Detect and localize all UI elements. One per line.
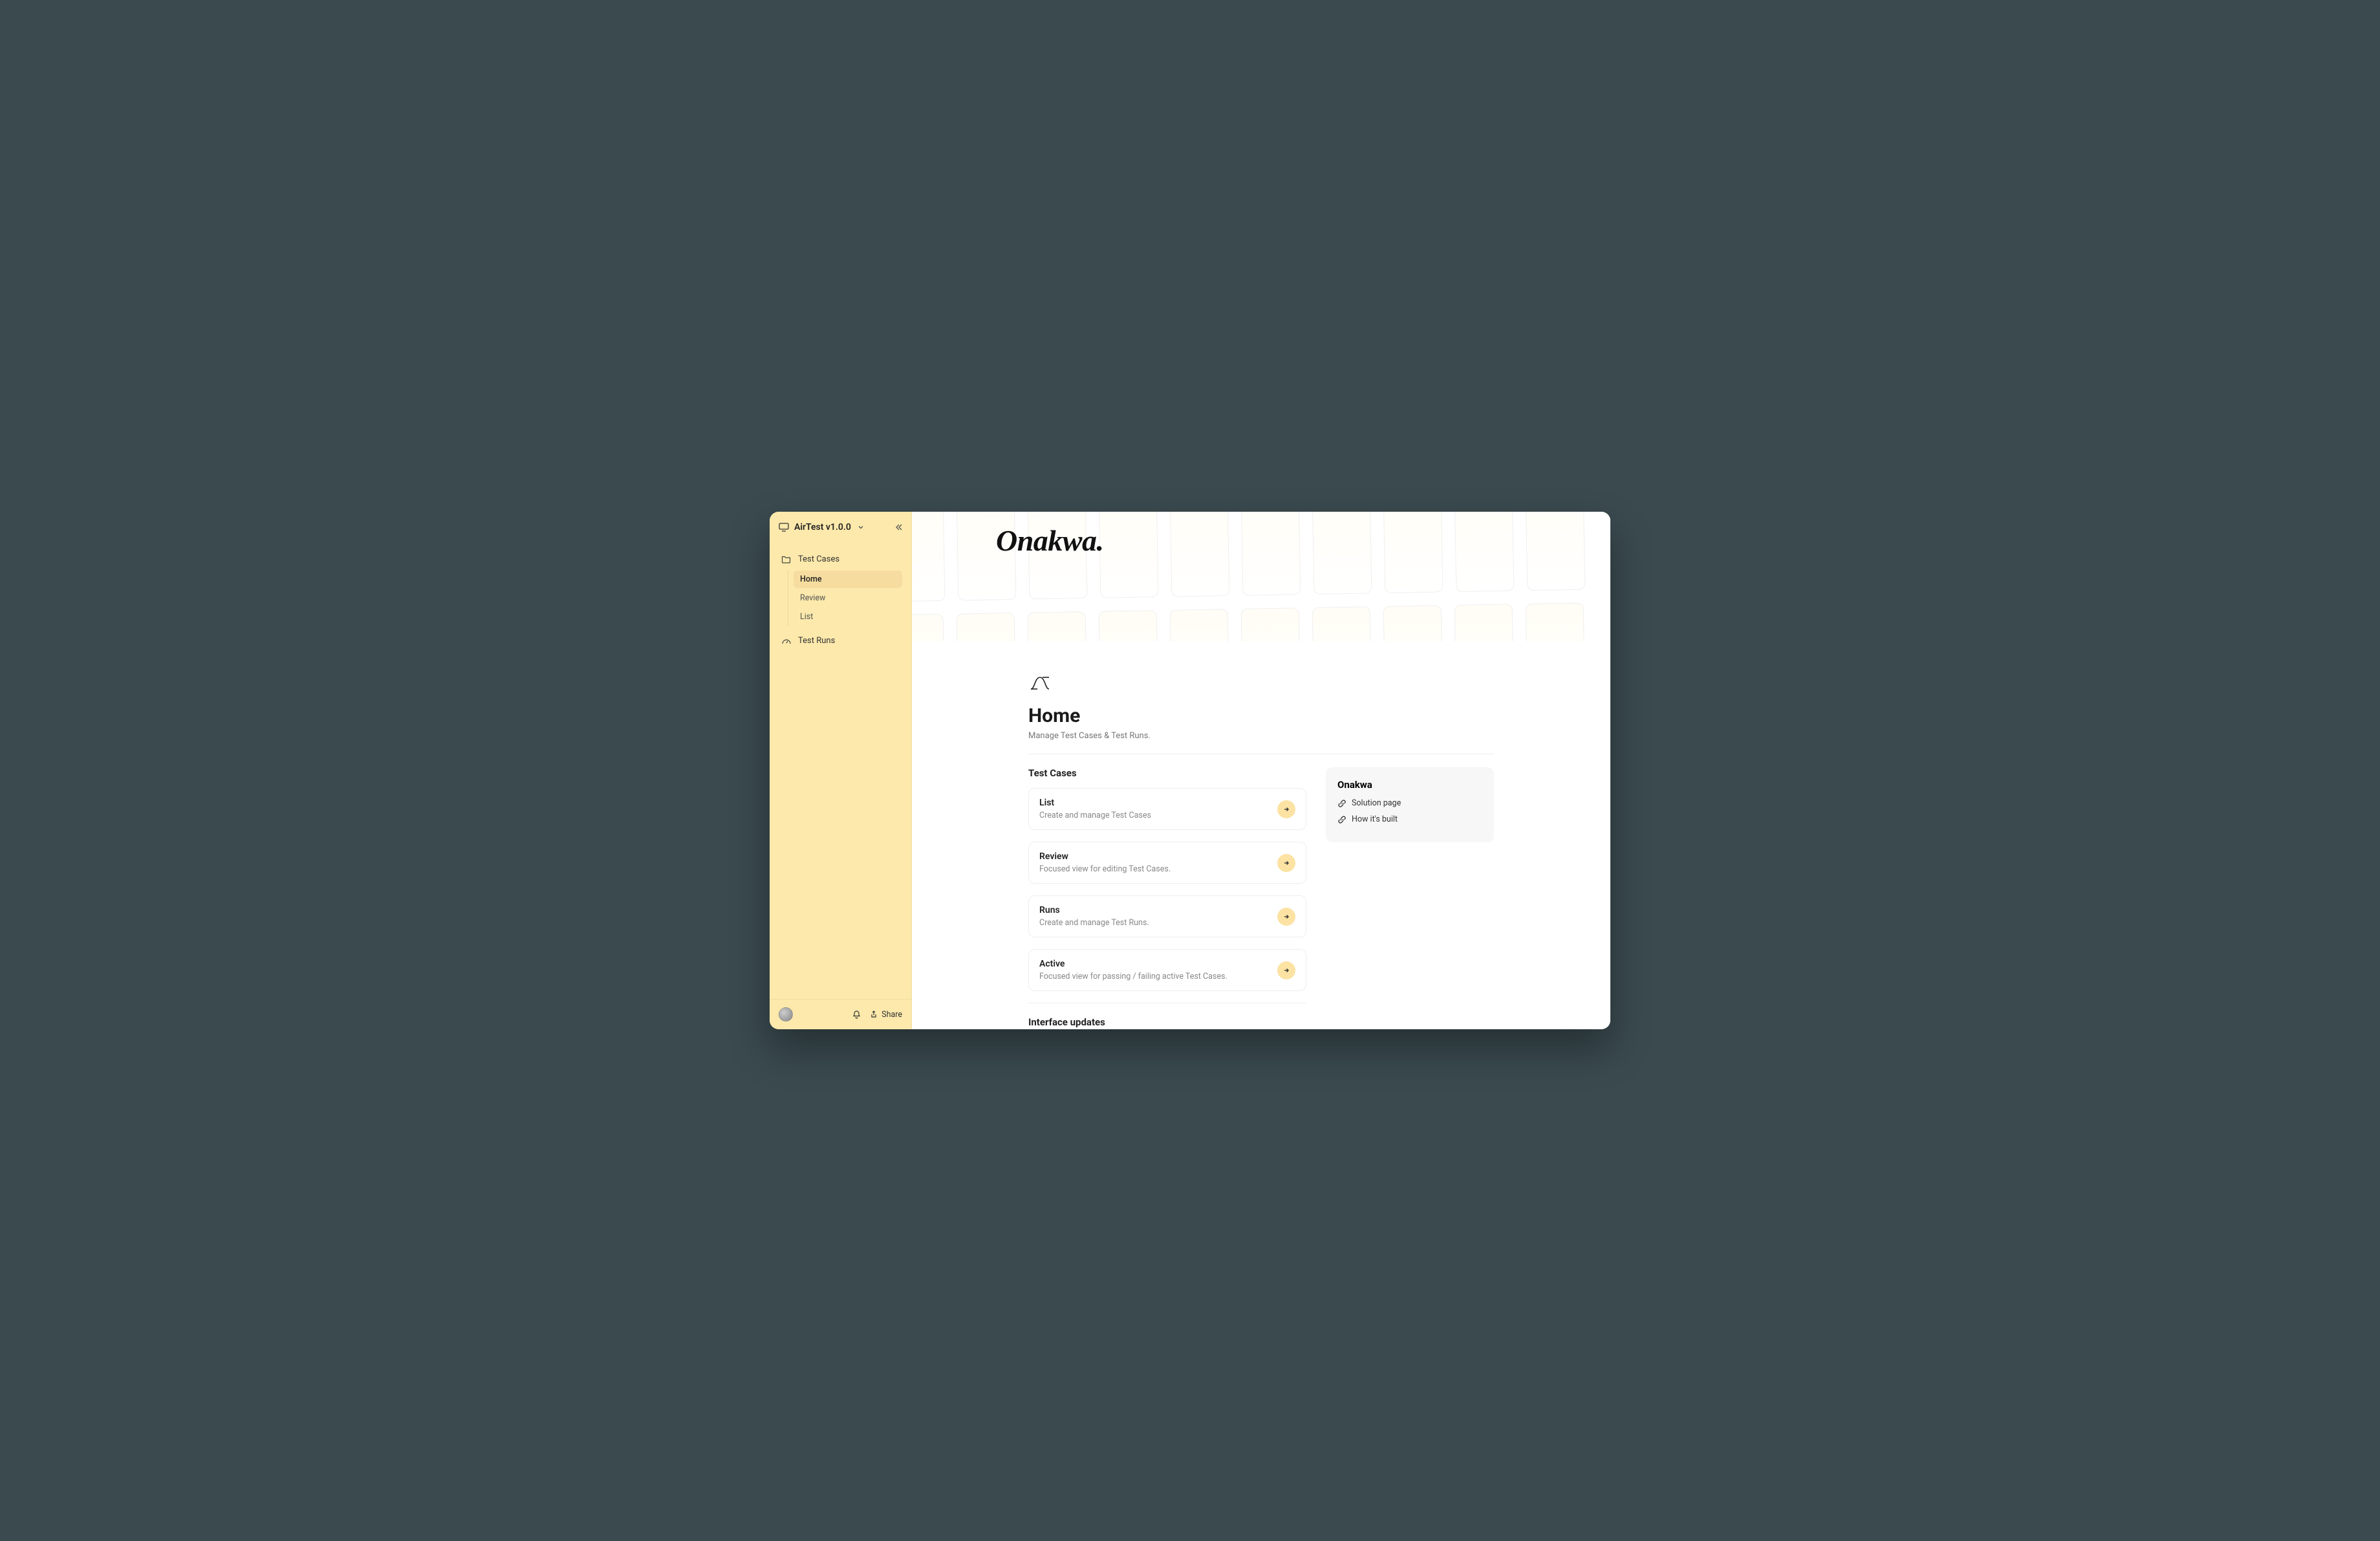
- section-heading-interface-updates: Interface updates: [1028, 1016, 1306, 1028]
- app-icon: [779, 523, 789, 532]
- hero-logo-text: Onakwa.: [996, 523, 1103, 558]
- chevron-down-icon[interactable]: [858, 524, 864, 530]
- card-desc: Create and manage Test Runs.: [1039, 918, 1149, 928]
- link-how-its-built[interactable]: How it's built: [1337, 814, 1482, 824]
- card-desc: Focused view for passing / failing activ…: [1039, 972, 1228, 981]
- page-icon: [1028, 673, 1494, 693]
- sidebar-item-home[interactable]: Home: [794, 571, 902, 588]
- side-panel: Onakwa Solution page: [1326, 767, 1494, 842]
- app-window: AirTest v1.0.0 Test Cases: [770, 512, 1610, 1029]
- bell-icon[interactable]: [851, 1009, 861, 1020]
- nav-group-header[interactable]: Test Runs: [776, 631, 905, 651]
- sidebar-item-review[interactable]: Review: [794, 589, 902, 607]
- link-label: Solution page: [1352, 798, 1401, 808]
- sidebar-item-list[interactable]: List: [794, 608, 902, 626]
- link-label: How it's built: [1352, 814, 1398, 824]
- card-title: Runs: [1039, 905, 1149, 915]
- arrow-right-icon[interactable]: [1277, 854, 1295, 872]
- avatar[interactable]: [779, 1007, 793, 1022]
- card-title: Active: [1039, 959, 1228, 969]
- link-icon: [1337, 815, 1347, 824]
- side-panel-title: Onakwa: [1337, 779, 1482, 791]
- link-icon: [1337, 799, 1347, 808]
- app-title[interactable]: AirTest v1.0.0: [794, 522, 851, 532]
- page-content: Home Manage Test Cases & Test Runs. Test…: [912, 648, 1610, 1029]
- card-title: List: [1039, 798, 1151, 808]
- card-active[interactable]: Active Focused view for passing / failin…: [1028, 949, 1306, 991]
- page-title: Home: [1028, 705, 1494, 727]
- card-title: Review: [1039, 851, 1171, 862]
- main-content: Onakwa. Home Manage Test Cases & Test Ru…: [912, 512, 1610, 1029]
- nav-children: Home Review List: [788, 571, 905, 626]
- share-button[interactable]: Share: [868, 1009, 902, 1020]
- card-list[interactable]: List Create and manage Test Cases: [1028, 788, 1306, 830]
- nav-group-test-cases: Test Cases Home Review List: [776, 549, 905, 626]
- arrow-right-icon[interactable]: [1277, 908, 1295, 926]
- gauge-icon: [781, 637, 792, 646]
- page-subtitle: Manage Test Cases & Test Runs.: [1028, 731, 1494, 741]
- link-solution-page[interactable]: Solution page: [1337, 798, 1482, 808]
- card-runs[interactable]: Runs Create and manage Test Runs.: [1028, 895, 1306, 937]
- nav-group-label: Test Runs: [798, 636, 835, 646]
- section-heading-test-cases: Test Cases: [1028, 767, 1306, 779]
- collapse-sidebar-button[interactable]: [892, 521, 905, 534]
- nav-group-label: Test Cases: [798, 554, 839, 564]
- hero-banner: Onakwa.: [912, 512, 1610, 641]
- arrow-right-icon[interactable]: [1277, 961, 1295, 979]
- share-icon: [868, 1009, 878, 1020]
- card-desc: Focused view for editing Test Cases.: [1039, 864, 1171, 874]
- nav-group-header[interactable]: Test Cases: [776, 549, 905, 569]
- sidebar-nav: Test Cases Home Review List Tes: [770, 541, 911, 999]
- folder-icon: [781, 555, 792, 563]
- nav-group-test-runs: Test Runs: [776, 631, 905, 651]
- card-review[interactable]: Review Focused view for editing Test Cas…: [1028, 842, 1306, 884]
- share-label: Share: [882, 1010, 902, 1020]
- arrow-right-icon[interactable]: [1277, 800, 1295, 818]
- card-desc: Create and manage Test Cases: [1039, 811, 1151, 820]
- sidebar-header: AirTest v1.0.0: [770, 512, 911, 541]
- sidebar: AirTest v1.0.0 Test Cases: [770, 512, 912, 1029]
- sidebar-footer: Share: [770, 999, 911, 1029]
